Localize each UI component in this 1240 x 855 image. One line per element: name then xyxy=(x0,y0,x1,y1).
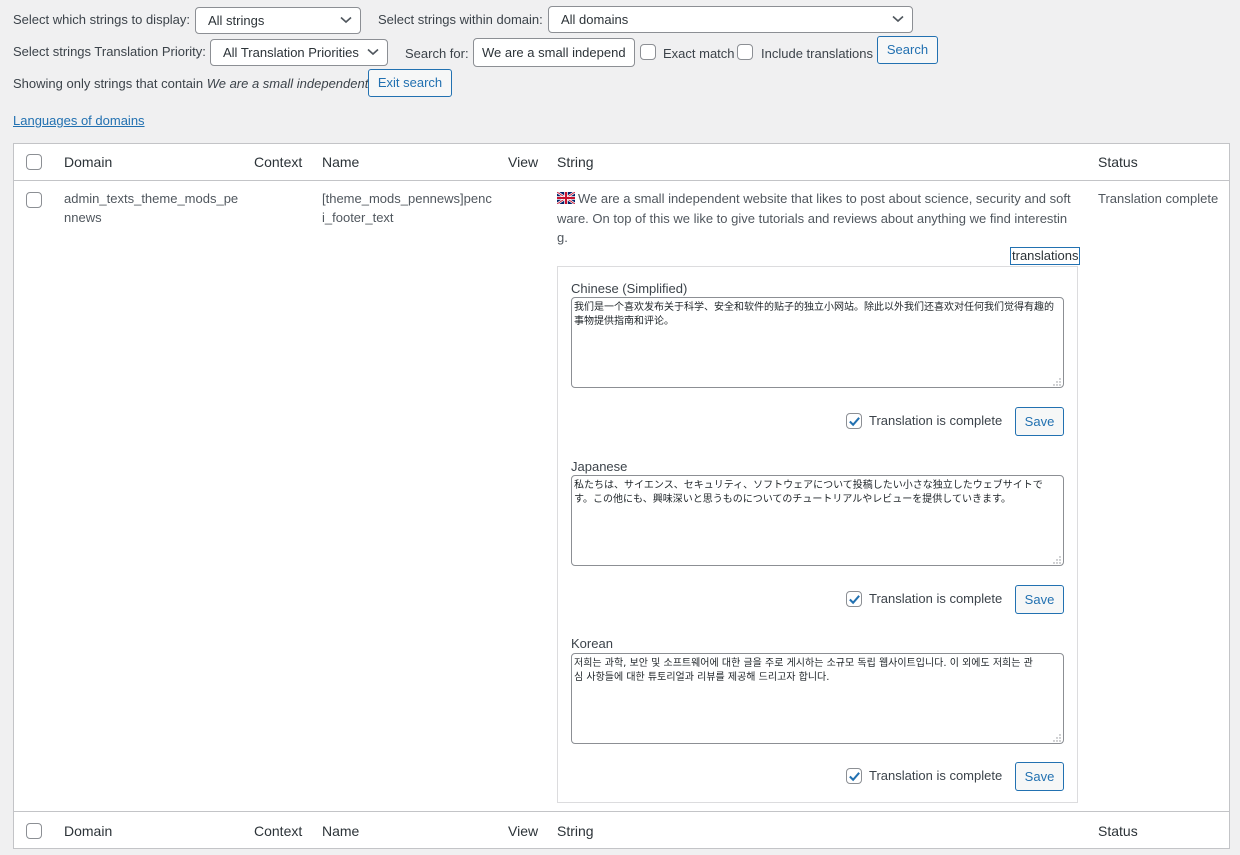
exact-match-checkbox[interactable] xyxy=(640,44,656,60)
strings-display-select[interactable]: All strings xyxy=(195,7,361,34)
translations-toggle-link[interactable]: translations xyxy=(1010,247,1081,265)
save-button[interactable]: Save xyxy=(1015,407,1064,436)
translation-language-label: Korean xyxy=(571,636,613,651)
priority-select[interactable]: All Translation Priorities xyxy=(210,39,388,66)
translations-panel: Chinese (Simplified) 我们是一个喜欢发布关于科学、安全和软件… xyxy=(557,266,1078,803)
row-string-text: We are a small independent website that … xyxy=(578,191,1071,206)
priority-filter-label: Select strings Translation Priority: xyxy=(13,44,206,59)
save-button[interactable]: Save xyxy=(1015,585,1064,614)
row-checkbox[interactable] xyxy=(26,192,42,208)
translation-complete-label: Translation is complete xyxy=(869,591,1003,606)
include-translations-checkbox[interactable] xyxy=(737,44,753,60)
domain-filter-label: Select strings within domain: xyxy=(378,12,543,27)
translation-text-line: 심 사항들에 대한 튜토리얼과 리뷰를 제공해 드리고자 합니다. xyxy=(574,672,830,683)
column-footer-domain[interactable]: Domain xyxy=(64,823,112,839)
row-status: Translation complete xyxy=(1098,191,1219,206)
select-all-checkbox[interactable] xyxy=(26,154,42,170)
column-footer-context[interactable]: Context xyxy=(254,823,302,839)
row-string: We are a small independent website that … xyxy=(556,189,1082,247)
languages-of-domains-link[interactable]: Languages of domains xyxy=(13,113,145,128)
resize-handle-icon[interactable] xyxy=(1053,555,1061,564)
resize-handle-icon[interactable] xyxy=(1053,733,1061,742)
row-name: [theme_mods_pennews]penc i_footer_text xyxy=(322,189,492,227)
translation-complete-checkbox[interactable] xyxy=(846,768,862,784)
column-header-view: View xyxy=(508,154,539,170)
column-footer-view: View xyxy=(508,823,539,839)
column-header-string[interactable]: String xyxy=(557,154,594,170)
column-header-context[interactable]: Context xyxy=(254,154,302,170)
search-status-prefix: Showing only strings that contain xyxy=(13,76,204,91)
strings-display-value: All strings xyxy=(208,13,265,28)
column-footer-status[interactable]: Status xyxy=(1098,823,1138,839)
row-string-line: ware. On top of this we like to give tut… xyxy=(557,211,1068,226)
uk-flag-icon xyxy=(556,190,576,209)
translation-text-line: 我们是一个喜欢发布关于科学、安全和软件的贴子的独立小网站。除此以外我们还喜欢对任… xyxy=(574,302,1054,313)
domain-select[interactable]: All domains xyxy=(548,6,913,33)
search-for-label: Search for: xyxy=(405,46,469,61)
search-button[interactable]: Search xyxy=(877,36,938,64)
chevron-down-icon xyxy=(340,8,352,33)
translation-textarea[interactable]: 私たちは、サイエンス、セキュリティ、ソフトウェアについて投稿したい小さな独立した… xyxy=(571,475,1064,566)
column-footer-string[interactable]: String xyxy=(557,823,594,839)
translation-complete-label: Translation is complete xyxy=(869,413,1003,428)
translation-text-line: 事物提供指南和评论。 xyxy=(574,316,674,327)
row-domain-line: nnews xyxy=(64,210,102,225)
save-button[interactable]: Save xyxy=(1015,762,1064,791)
chevron-down-icon xyxy=(892,7,904,32)
strings-table: Domain Context Name View String Status a… xyxy=(13,143,1230,849)
translation-language-label: Japanese xyxy=(571,459,628,474)
translation-complete-checkbox[interactable] xyxy=(846,413,862,429)
select-all-checkbox-footer[interactable] xyxy=(26,823,42,839)
column-header-status[interactable]: Status xyxy=(1098,154,1138,170)
row-name-line: i_footer_text xyxy=(322,210,394,225)
translation-text-line: す。この他にも、興味深いと思うものについてのチュートリアルやレビューを提供してい… xyxy=(574,494,1011,505)
search-status-text: Showing only strings that contain We are… xyxy=(13,76,368,91)
row-domain: admin_texts_theme_mods_pe nnews xyxy=(64,189,238,227)
search-input[interactable]: We are a small independ xyxy=(473,38,635,67)
search-status-term: We are a small independent xyxy=(206,76,369,91)
header-divider xyxy=(14,180,1229,181)
translation-textarea[interactable]: 我们是一个喜欢发布关于科学、安全和软件的贴子的独立小网站。除此以外我们还喜欢对任… xyxy=(571,297,1064,388)
exact-match-label: Exact match xyxy=(663,46,735,61)
column-header-domain[interactable]: Domain xyxy=(64,154,112,170)
row-string-line: g. xyxy=(557,230,568,245)
translation-complete-checkbox[interactable] xyxy=(846,591,862,607)
translation-complete-label: Translation is complete xyxy=(869,768,1003,783)
priority-select-value: All Translation Priorities xyxy=(223,45,359,60)
exit-search-button[interactable]: Exit search xyxy=(368,69,452,97)
row-name-line: [theme_mods_pennews]penc xyxy=(322,191,492,206)
translation-language-label: Chinese (Simplified) xyxy=(571,281,688,296)
resize-handle-icon[interactable] xyxy=(1053,377,1061,386)
include-translations-label: Include translations xyxy=(761,46,874,61)
domain-select-value: All domains xyxy=(561,12,629,27)
footer-divider xyxy=(14,811,1229,812)
translation-textarea[interactable]: 저희는 과학, 보안 및 소프트웨어에 대한 글을 주로 게시하는 소규모 독립… xyxy=(571,653,1064,744)
column-footer-name[interactable]: Name xyxy=(322,823,359,839)
translation-text-line: 저희는 과학, 보안 및 소프트웨어에 대한 글을 주로 게시하는 소규모 독립… xyxy=(574,658,1033,669)
chevron-down-icon xyxy=(367,40,379,65)
row-string-line: We are a small independent website that … xyxy=(556,189,1082,209)
translation-text-line: 私たちは、サイエンス、セキュリティ、ソフトウェアについて投稿したい小さな独立した… xyxy=(574,480,1043,491)
row-domain-line: admin_texts_theme_mods_pe xyxy=(64,191,239,206)
strings-display-label: Select which strings to display: xyxy=(13,12,191,27)
column-header-name[interactable]: Name xyxy=(322,154,359,170)
